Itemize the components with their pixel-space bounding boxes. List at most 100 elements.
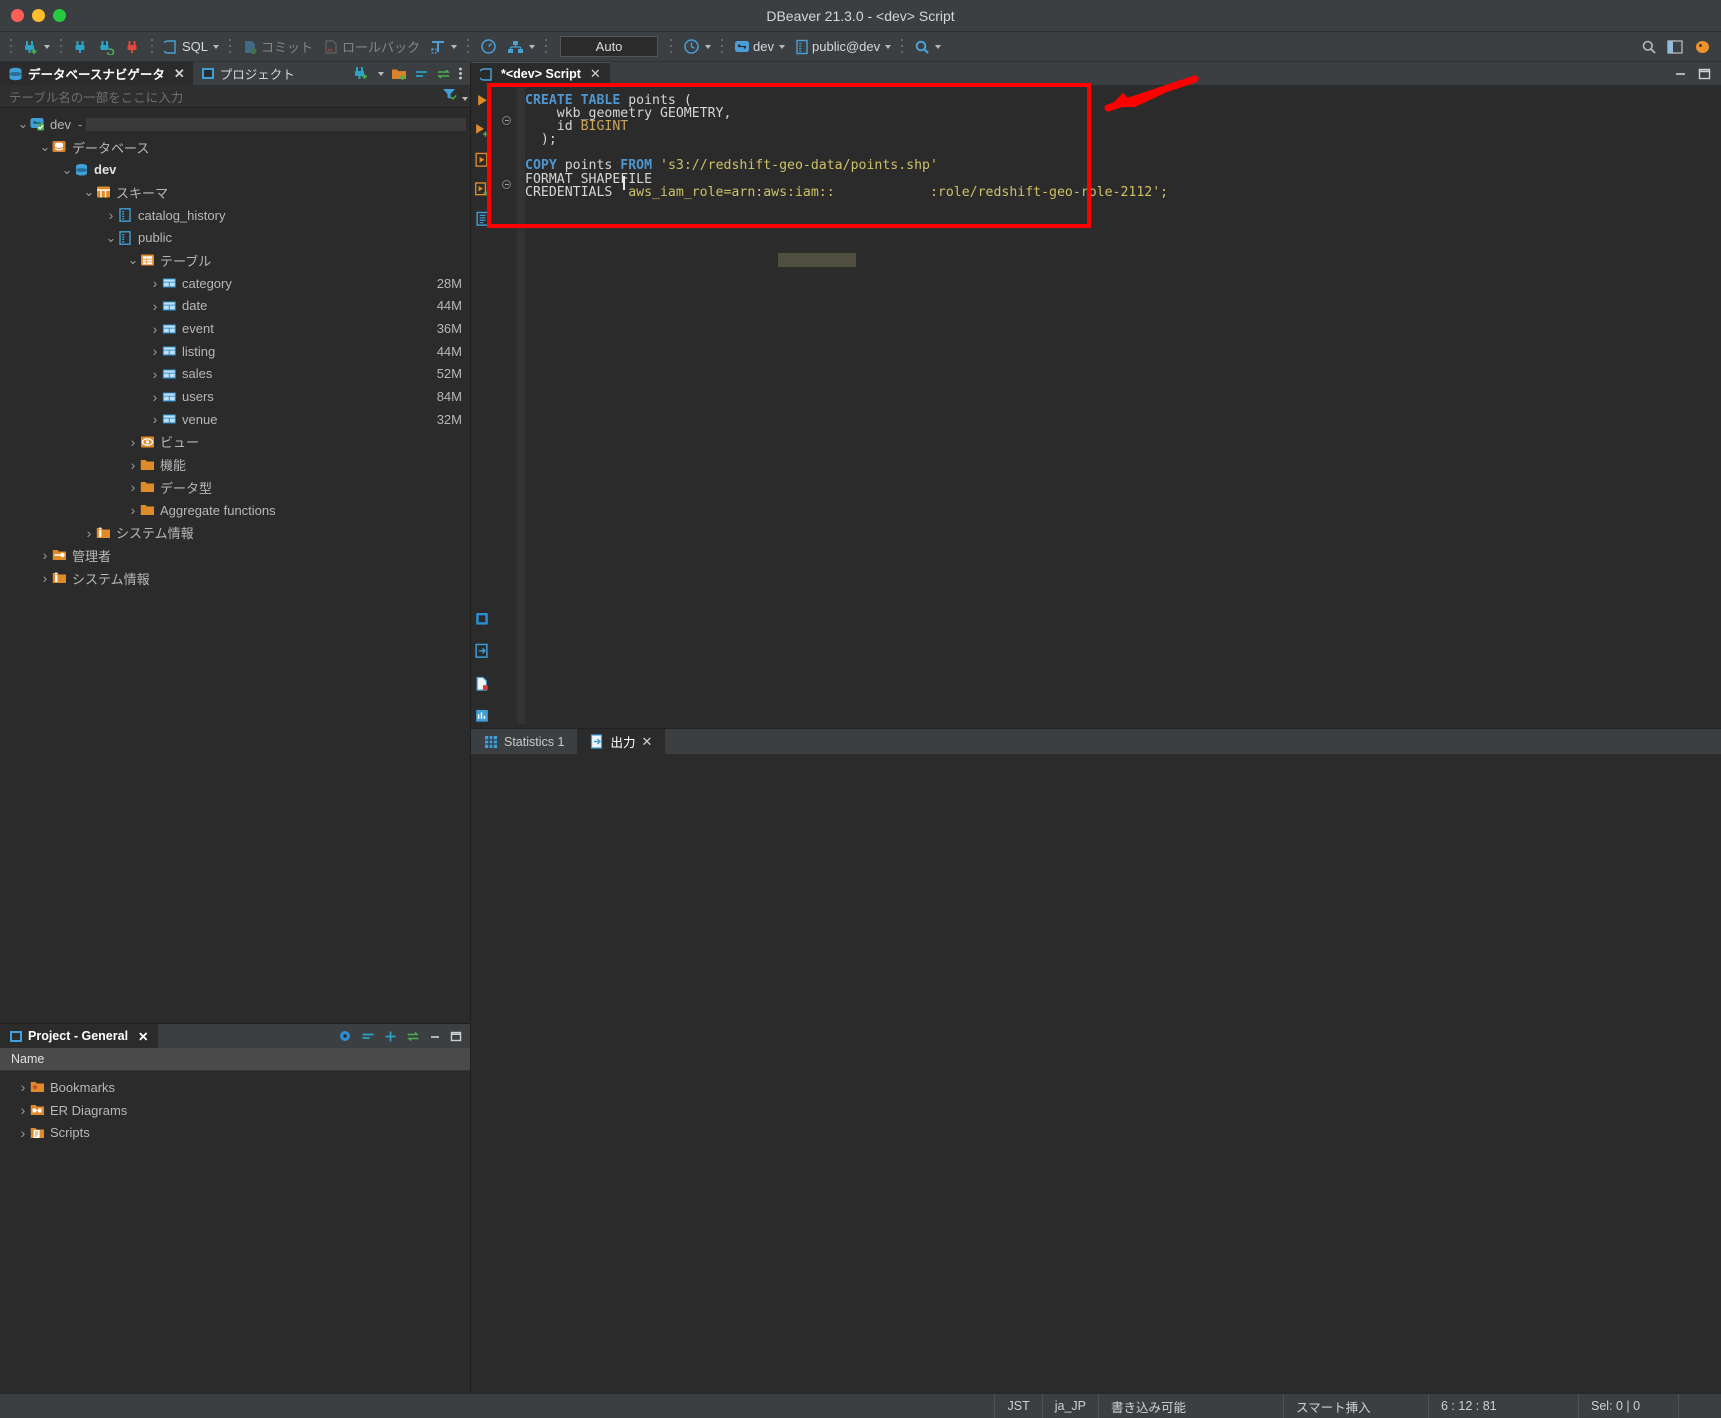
chevron-down-icon[interactable] (529, 45, 535, 49)
tree-item-dev[interactable]: ⌄dev- (0, 113, 470, 136)
toolbar-grip-4[interactable] (228, 37, 233, 57)
chevron-right-icon[interactable]: › (148, 275, 162, 291)
tab-projects[interactable]: プロジェクト (193, 62, 303, 85)
tree-item-catalog-history[interactable]: ›catalog_history (0, 204, 470, 227)
chevron-right-icon[interactable]: › (126, 479, 140, 495)
chevron-right-icon[interactable]: › (38, 570, 52, 586)
tree-item-[interactable]: ›データ型 (0, 476, 470, 499)
chevron-down-icon[interactable] (779, 45, 785, 49)
settings-icon[interactable] (338, 1029, 352, 1043)
editor-fold-strip[interactable] (517, 85, 525, 724)
chevron-down-icon[interactable]: ⌄ (38, 143, 52, 151)
close-icon[interactable]: ✕ (590, 66, 601, 82)
chevron-right-icon[interactable]: › (148, 389, 162, 405)
dbeaver-logo-button[interactable] (1690, 37, 1715, 57)
tab-statistics[interactable]: Statistics 1 (471, 729, 577, 754)
schema-selector[interactable]: public@dev (791, 37, 895, 57)
tree-item-[interactable]: ›機能 (0, 453, 470, 476)
toolbar-grip-8[interactable] (720, 37, 725, 57)
chevron-down-icon[interactable] (44, 45, 50, 49)
chevron-right-icon[interactable]: › (148, 366, 162, 382)
tree-item-aggregate-functions[interactable]: ›Aggregate functions (0, 499, 470, 522)
refresh-connection-button[interactable] (95, 37, 119, 57)
close-window-button[interactable] (11, 9, 24, 22)
chart-icon[interactable] (474, 708, 490, 724)
chevron-down-icon[interactable]: ⌄ (104, 234, 118, 242)
load-icon[interactable] (474, 676, 490, 692)
commit-button[interactable]: コミット (238, 35, 317, 58)
project-item-bookmarks[interactable]: ›Bookmarks (0, 1076, 470, 1099)
chevron-down-icon[interactable]: ⌄ (82, 188, 96, 196)
tree-item-venue[interactable]: ›venue32M (0, 408, 470, 431)
new-connection-button[interactable] (19, 37, 54, 57)
tree-item-[interactable]: ⌄テーブル (0, 249, 470, 272)
tree-item-sales[interactable]: ›sales52M (0, 363, 470, 386)
execute-new-tab-icon[interactable] (474, 123, 490, 139)
chevron-right-icon[interactable]: › (126, 502, 140, 518)
tree-item-date[interactable]: ›date44M (0, 295, 470, 318)
expand-all-icon[interactable] (384, 1030, 397, 1043)
close-icon[interactable]: ✕ (138, 1029, 148, 1044)
navigator-filter-input[interactable]: テーブル名の一部をここに入力 (0, 87, 440, 106)
export-icon[interactable] (474, 643, 490, 659)
collapse-all-icon[interactable] (361, 1031, 375, 1042)
status-more-button[interactable] (1678, 1394, 1703, 1418)
query-history-button[interactable] (679, 36, 715, 57)
tree-item-[interactable]: ⌄スキーマ (0, 181, 470, 204)
collapse-all-icon[interactable] (414, 68, 429, 80)
fold-marker-create[interactable] (502, 116, 511, 125)
quick-search-button[interactable] (910, 37, 945, 57)
format-icon[interactable] (474, 611, 490, 627)
toolbar-grip-5[interactable] (466, 37, 471, 57)
sql-text[interactable]: CREATE TABLE points ( wkb_geometry GEOME… (525, 85, 1721, 724)
chevron-right-icon[interactable]: › (16, 1079, 30, 1095)
chevron-down-icon[interactable] (705, 45, 711, 49)
toolbar-grip-6[interactable] (544, 37, 549, 57)
chevron-down-icon[interactable] (213, 45, 219, 49)
chevron-down-icon[interactable] (935, 45, 941, 49)
tab-dev-script[interactable]: *<dev> Script ✕ (471, 62, 610, 85)
close-icon[interactable]: ✕ (641, 734, 652, 750)
chevron-down-icon[interactable] (378, 72, 384, 76)
minimize-icon[interactable] (429, 1031, 441, 1042)
perspective-layout-button[interactable] (1663, 37, 1688, 57)
transaction-mode-button[interactable] (426, 37, 461, 57)
close-icon[interactable]: ✕ (174, 66, 185, 82)
tree-item-listing[interactable]: ›listing44M (0, 340, 470, 363)
tree-item-category[interactable]: ›category28M (0, 272, 470, 295)
chevron-right-icon[interactable]: › (104, 207, 118, 223)
toolbar-grip-9[interactable] (900, 37, 905, 57)
new-connection-icon[interactable] (353, 66, 369, 81)
chevron-right-icon[interactable]: › (148, 343, 162, 359)
chevron-right-icon[interactable]: › (148, 321, 162, 337)
disconnect-all-button[interactable] (121, 37, 145, 57)
execute-script-icon[interactable] (474, 152, 490, 168)
chevron-right-icon[interactable]: › (148, 411, 162, 427)
disconnect-button[interactable] (69, 37, 93, 57)
tree-item-event[interactable]: ›event36M (0, 317, 470, 340)
auto-commit-selector[interactable]: Auto (560, 36, 658, 57)
maximize-icon[interactable] (450, 1031, 462, 1042)
chevron-right-icon[interactable]: › (148, 298, 162, 314)
navigator-filter-button[interactable] (440, 87, 470, 106)
minimize-icon[interactable] (1674, 68, 1687, 79)
chevron-right-icon[interactable]: › (16, 1125, 30, 1141)
toolbar-grip-2[interactable] (59, 37, 64, 57)
global-search-button[interactable] (1637, 37, 1661, 57)
project-item-scripts[interactable]: ›Scripts (0, 1121, 470, 1144)
chevron-right-icon[interactable]: › (126, 457, 140, 473)
new-folder-icon[interactable] (391, 67, 407, 81)
connection-selector[interactable]: dev (730, 37, 789, 56)
tree-item-[interactable]: ›システム情報 (0, 521, 470, 544)
chevron-down-icon[interactable]: ⌄ (126, 256, 140, 264)
rollback-button[interactable]: ロールバック (319, 35, 424, 58)
execute-statement-icon[interactable] (475, 93, 490, 108)
chevron-down-icon[interactable] (451, 45, 457, 49)
tree-item-[interactable]: ›システム情報 (0, 567, 470, 590)
chevron-right-icon[interactable]: › (38, 547, 52, 563)
tab-output[interactable]: 出力 ✕ (577, 729, 665, 754)
chevron-right-icon[interactable]: › (126, 434, 140, 450)
project-tree[interactable]: ›Bookmarks›ER Diagrams›Scripts (0, 1071, 470, 1393)
fold-marker-copy[interactable] (502, 180, 511, 189)
project-item-er-diagrams[interactable]: ›ER Diagrams (0, 1099, 470, 1122)
